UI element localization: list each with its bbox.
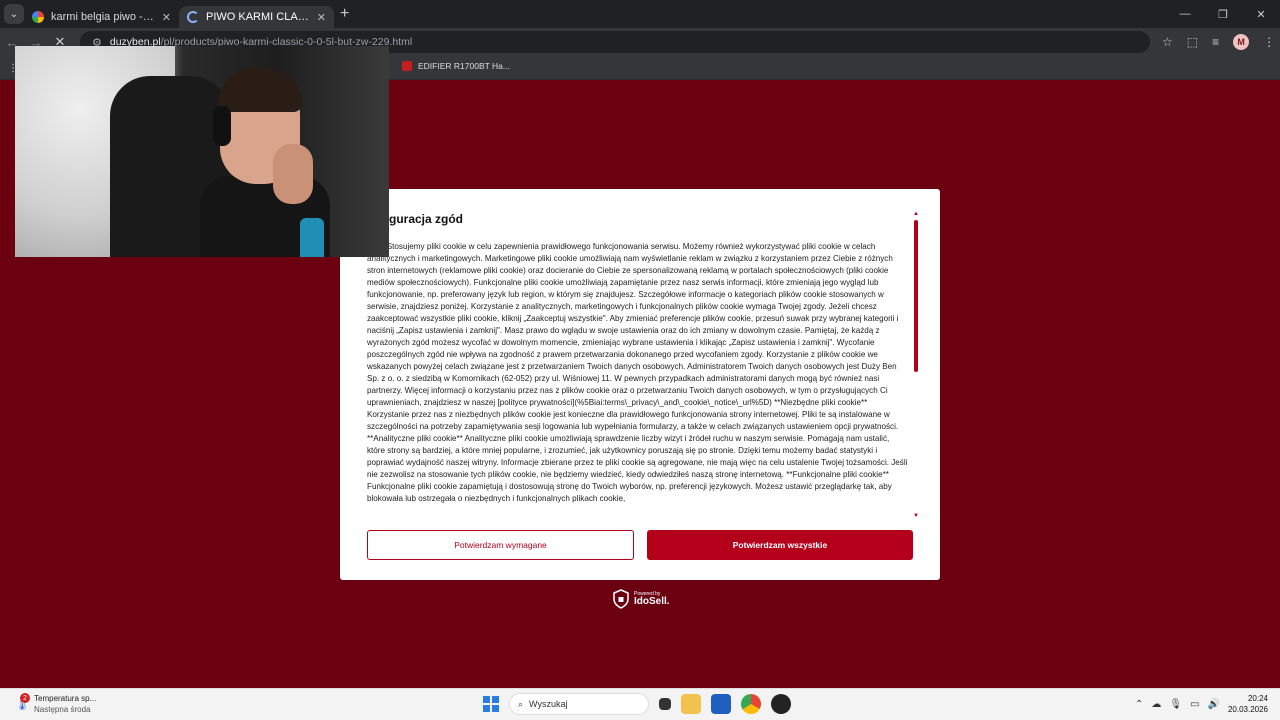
profile-avatar[interactable]: M bbox=[1233, 34, 1250, 50]
person-hand bbox=[273, 144, 313, 204]
headset-icon bbox=[213, 106, 231, 146]
loading-icon bbox=[187, 11, 199, 23]
weather-subtitle: Następna środa bbox=[34, 705, 91, 714]
obs-icon[interactable] bbox=[771, 694, 791, 714]
brand-name: IdoSell. bbox=[634, 596, 670, 607]
chevron-up-icon[interactable]: ⌃ bbox=[1135, 699, 1143, 710]
tab-product-page[interactable]: PIWO KARMI CLASSIC 0% 0,5L ✕ bbox=[179, 6, 334, 28]
clock-date: 20.03.2026 bbox=[1227, 705, 1268, 714]
close-tab-icon[interactable]: ✕ bbox=[317, 11, 326, 24]
reading-list-icon[interactable]: ≡ bbox=[1212, 35, 1219, 49]
bookmark-label: EDIFIER R1700BT Ha... bbox=[418, 61, 510, 71]
windows-taskbar: 🌡 2 Temperatura sp... Następna środa ⌕ W… bbox=[0, 688, 1280, 720]
search-placeholder: Wyszukaj bbox=[529, 699, 568, 709]
google-icon bbox=[32, 11, 44, 23]
scrollbar-thumb[interactable] bbox=[914, 220, 918, 372]
tab-title: karmi belgia piwo - Szukaj w Go bbox=[51, 11, 155, 23]
weather-title: Temperatura sp... bbox=[34, 694, 97, 703]
weather-widget[interactable]: 🌡 2 Temperatura sp... Następna środa bbox=[14, 693, 96, 715]
bookmark-star-icon[interactable]: ☆ bbox=[1162, 35, 1173, 49]
microphone-icon[interactable]: 🎙 bbox=[1169, 699, 1182, 710]
system-tray: ⌃ ☁ 🎙 ▭ 🔊 20:24 20.03.2026 bbox=[1135, 693, 1268, 715]
tab-google-search[interactable]: karmi belgia piwo - Szukaj w Go ✕ bbox=[24, 6, 179, 28]
confirm-required-button[interactable]: Potwierdzam wymagane bbox=[367, 530, 634, 560]
minimize-icon[interactable]: — bbox=[1166, 0, 1204, 28]
scrollbar[interactable]: ▲ ▼ bbox=[913, 211, 919, 521]
consent-text: amy! Stosujemy pliki cookie w celu zapew… bbox=[367, 242, 908, 503]
new-tab-button[interactable]: + bbox=[340, 5, 349, 23]
notification-badge: 2 bbox=[20, 693, 30, 703]
person-hair bbox=[218, 68, 302, 112]
display-icon[interactable]: ▭ bbox=[1190, 699, 1199, 710]
powered-by-logo[interactable]: Powered by IdoSell. bbox=[612, 589, 670, 609]
restore-icon[interactable]: ❐ bbox=[1204, 0, 1242, 28]
window-controls: — ❐ ✕ bbox=[1166, 0, 1280, 28]
close-tab-icon[interactable]: ✕ bbox=[162, 11, 171, 24]
bookmark-favicon bbox=[402, 61, 412, 71]
bottle bbox=[300, 218, 324, 257]
close-window-icon[interactable]: ✕ bbox=[1242, 0, 1280, 28]
task-view-icon[interactable] bbox=[659, 698, 671, 710]
confirm-all-button[interactable]: Potwierdzam wszystkie bbox=[647, 530, 913, 560]
start-button[interactable] bbox=[483, 696, 499, 712]
search-icon: ⌕ bbox=[518, 698, 524, 709]
clock-time: 20:24 bbox=[1247, 694, 1268, 703]
scroll-up-icon[interactable]: ▲ bbox=[913, 211, 919, 217]
weather-icon: 🌡 2 bbox=[14, 693, 31, 711]
chrome-icon[interactable] bbox=[741, 694, 761, 714]
file-explorer-icon[interactable] bbox=[681, 694, 701, 714]
webcam-overlay bbox=[15, 46, 389, 257]
store-icon[interactable] bbox=[711, 694, 731, 714]
bookmark-edifier[interactable]: EDIFIER R1700BT Ha... bbox=[402, 61, 510, 71]
idosell-shield-icon bbox=[613, 589, 629, 609]
clock[interactable]: 20:24 20.03.2026 bbox=[1228, 693, 1268, 715]
volume-icon[interactable]: 🔊 bbox=[1208, 699, 1220, 710]
tab-search-button[interactable]: ⌄ bbox=[4, 4, 24, 24]
taskbar-search[interactable]: ⌕ Wyszukaj bbox=[509, 693, 649, 715]
consent-modal: onfiguracja zgód amy! Stosujemy pliki co… bbox=[340, 189, 940, 580]
scroll-down-icon[interactable]: ▼ bbox=[913, 513, 919, 519]
more-menu-icon[interactable]: ⋮ bbox=[1263, 35, 1275, 49]
extensions-icon[interactable]: ⬚ bbox=[1187, 35, 1198, 49]
browser-tab-bar: ⌄ karmi belgia piwo - Szukaj w Go ✕ PIWO… bbox=[0, 0, 1280, 28]
cloud-icon[interactable]: ☁ bbox=[1151, 699, 1161, 710]
tab-title: PIWO KARMI CLASSIC 0% 0,5L bbox=[206, 11, 310, 23]
